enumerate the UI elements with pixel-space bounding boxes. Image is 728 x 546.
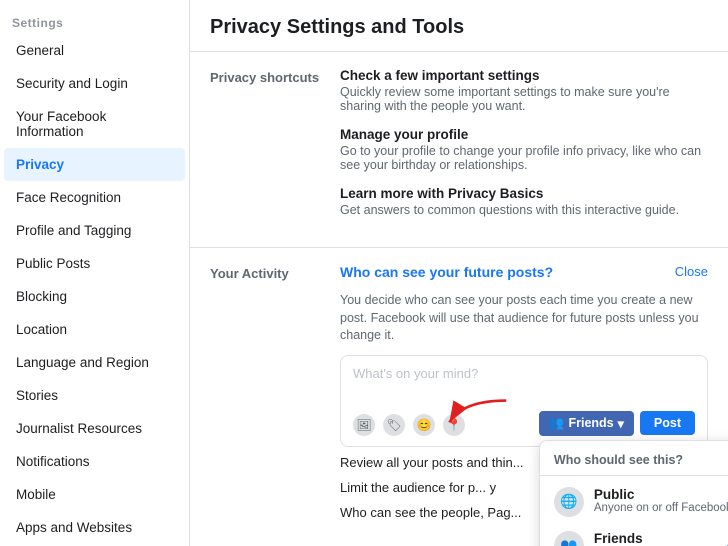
audience-dropdown-wrapper: 👥 Friends ▾ Who should see this? 🌐 P (539, 411, 634, 436)
limit-audience-text: Limit the audience for p... y (340, 480, 496, 495)
friends-title: Friends (594, 531, 712, 546)
privacy-shortcuts-content: Check a few important settings Quickly r… (340, 68, 708, 231)
sidebar-item-mobile[interactable]: Mobile (4, 478, 185, 511)
future-posts-question: Who can see your future posts? (340, 264, 553, 280)
selected-check-icon: ✓ (722, 531, 728, 546)
audience-label: Friends (568, 416, 613, 430)
shortcut-2-title[interactable]: Manage your profile (340, 127, 708, 142)
audience-dropdown: Who should see this? 🌐 Public Anyone on … (539, 440, 728, 546)
your-activity-content: Who can see your future posts? Close You… (340, 264, 708, 530)
sidebar-item-security[interactable]: Security and Login (4, 67, 185, 100)
sidebar-item-apps[interactable]: Apps and Websites (4, 511, 185, 544)
who-can-see-text: Who can see the people, Pag... (340, 505, 521, 520)
sidebar: Settings General Security and Login Your… (0, 0, 190, 546)
privacy-shortcuts-label: Privacy shortcuts (210, 68, 340, 231)
dropdown-item-public[interactable]: 🌐 Public Anyone on or off Facebook (540, 480, 728, 524)
friends-icon: 👥 (554, 531, 584, 546)
public-text: Public Anyone on or off Facebook (594, 487, 728, 514)
dropdown-header: Who should see this? (540, 449, 728, 476)
sidebar-item-notifications[interactable]: Notifications (4, 445, 185, 478)
friends-text: Friends Your friends on Facebook (594, 531, 712, 546)
shortcut-item-1: Check a few important settings Quickly r… (340, 68, 708, 113)
your-activity-label: Your Activity (210, 264, 340, 530)
public-title: Public (594, 487, 728, 502)
shortcut-3-desc: Get answers to common questions with thi… (340, 203, 708, 217)
sidebar-item-stories[interactable]: Stories (4, 379, 185, 412)
sidebar-item-face[interactable]: Face Recognition (4, 181, 185, 214)
sidebar-item-journalist[interactable]: Journalist Resources (4, 412, 185, 445)
emoji-row: 🖼 🏷 😊 📍 (353, 414, 465, 436)
sidebar-heading: Settings (0, 8, 189, 34)
dropdown-item-friends[interactable]: 👥 Friends Your friends on Facebook ✓ (540, 524, 728, 546)
post-composer: What's on your mind? 🖼 🏷 😊 📍 👥 Friends ▾ (340, 355, 708, 447)
shortcut-1-title[interactable]: Check a few important settings (340, 68, 708, 83)
public-icon: 🌐 (554, 487, 584, 517)
audience-button[interactable]: 👥 Friends ▾ (539, 411, 634, 436)
shortcut-item-3: Learn more with Privacy Basics Get answe… (340, 186, 708, 217)
shortcut-item-2: Manage your profile Go to your profile t… (340, 127, 708, 172)
page-header: Privacy Settings and Tools (190, 0, 728, 52)
post-button[interactable]: Post (640, 411, 695, 435)
shortcut-1-desc: Quickly review some important settings t… (340, 85, 708, 113)
sidebar-item-profile-tagging[interactable]: Profile and Tagging (4, 214, 185, 247)
sidebar-item-public-posts[interactable]: Public Posts (4, 247, 185, 280)
chevron-down-icon: ▾ (618, 416, 624, 431)
page-title: Privacy Settings and Tools (210, 16, 708, 39)
audience-icon: 👥 (549, 416, 565, 431)
public-desc: Anyone on or off Facebook (594, 502, 728, 514)
review-posts-text: Review all your posts and thin... (340, 455, 524, 470)
sidebar-item-privacy[interactable]: Privacy (4, 148, 185, 181)
sidebar-item-general[interactable]: General (4, 34, 185, 67)
sidebar-item-fb-info[interactable]: Your Facebook Information (4, 100, 185, 148)
sidebar-item-location[interactable]: Location (4, 313, 185, 346)
shortcut-3-title[interactable]: Learn more with Privacy Basics (340, 186, 708, 201)
emoji-icon-3: 😊 (413, 414, 435, 436)
shortcut-2-desc: Go to your profile to change your profil… (340, 144, 708, 172)
sidebar-item-language[interactable]: Language and Region (4, 346, 185, 379)
future-posts-desc: You decide who can see your posts each t… (340, 292, 708, 345)
privacy-shortcuts-section: Privacy shortcuts Check a few important … (190, 52, 728, 248)
your-activity-section: Your Activity Who can see your future po… (190, 248, 728, 546)
post-placeholder[interactable]: What's on your mind? (353, 366, 695, 381)
main-content: Privacy Settings and Tools Privacy short… (190, 0, 728, 546)
emoji-icon-1: 🖼 (353, 414, 375, 436)
emoji-icon-2: 🏷 (383, 414, 405, 436)
sidebar-item-blocking[interactable]: Blocking (4, 280, 185, 313)
emoji-icon-4: 📍 (443, 414, 465, 436)
close-link[interactable]: Close (675, 264, 708, 279)
